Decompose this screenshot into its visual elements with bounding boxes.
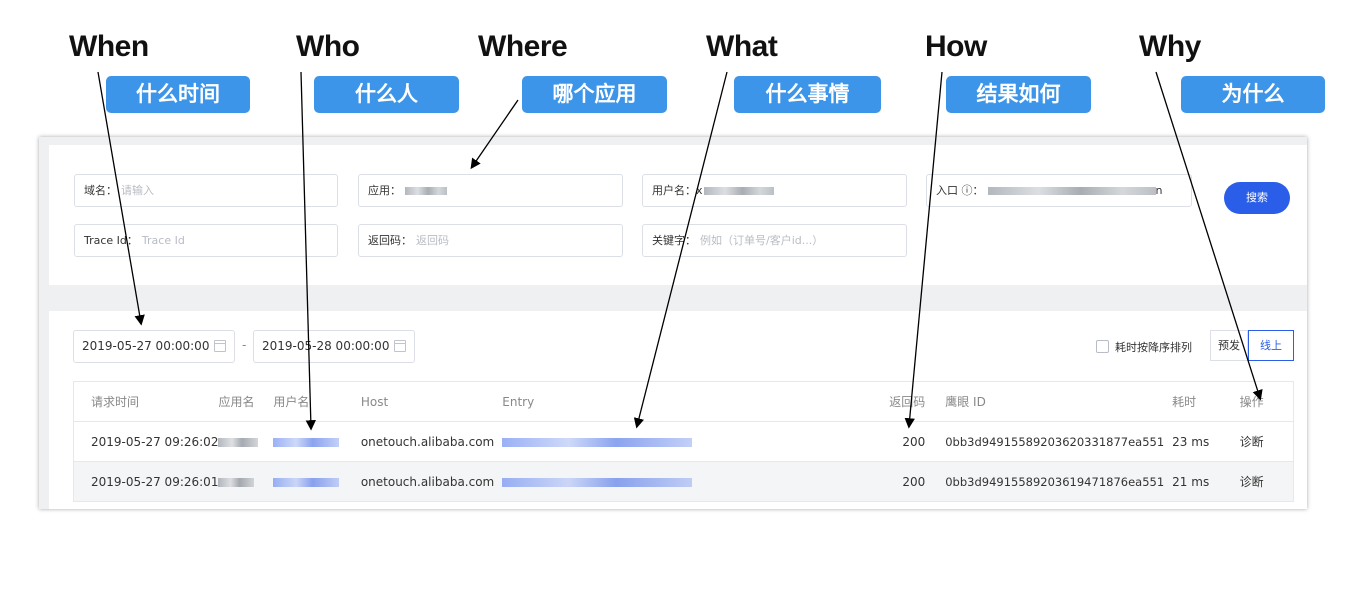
end-date-picker[interactable]: 2019-05-28 00:00:00	[253, 330, 415, 363]
return-code-cell: 200	[877, 461, 932, 502]
diagnose-link[interactable]: 诊断	[1231, 461, 1294, 502]
column-header: 操作	[1231, 381, 1294, 422]
date-separator: -	[242, 338, 247, 352]
when-tag: 什么时间	[106, 76, 250, 113]
username-label: 用户名：	[652, 184, 696, 197]
table-row: 2019-05-27 09:26:01 onetouch.alibaba.com…	[73, 461, 1294, 502]
app-label: 应用：	[368, 184, 401, 197]
username-value-prefix: x	[696, 184, 703, 197]
trace-id-placeholder: Trace Id	[141, 234, 185, 247]
start-date-value: 2019-05-27 00:00:00	[82, 339, 210, 353]
keyword-field[interactable]: 关键字： 例如（订单号/客户id...）	[642, 224, 907, 257]
diagnose-link[interactable]: 诊断	[1231, 421, 1294, 462]
column-header: Host	[360, 381, 503, 422]
table-header-row: 请求时间 应用名 用户名 Host Entry 返回码 鹰眼 ID 耗时 操作	[73, 381, 1294, 422]
when-heading: When	[69, 30, 149, 63]
return-code-cell: 200	[877, 421, 932, 462]
keyword-placeholder: 例如（订单号/客户id...）	[700, 234, 824, 247]
why-tag: 为什么	[1181, 76, 1325, 113]
app-field[interactable]: 应用：	[358, 174, 623, 207]
what-heading: What	[706, 30, 778, 63]
return-code-label: 返回码：	[368, 234, 412, 247]
column-header: 请求时间	[73, 381, 219, 422]
domain-label: 域名：	[84, 184, 117, 197]
end-date-value: 2019-05-28 00:00:00	[262, 339, 390, 353]
column-header: 用户名	[273, 381, 361, 422]
domain-placeholder: 请输入	[121, 184, 154, 197]
entry-value-suffix: n	[1155, 184, 1163, 197]
entry-label: 入口 ⓘ：	[936, 184, 984, 197]
env-pre-button[interactable]: 预发	[1210, 330, 1248, 361]
return-code-placeholder: 返回码	[416, 234, 449, 247]
column-header: 鹰眼 ID	[931, 381, 1165, 422]
what-tag: 什么事情	[734, 76, 881, 113]
calendar-icon	[394, 340, 406, 352]
who-heading: Who	[296, 30, 360, 63]
who-tag: 什么人	[314, 76, 459, 113]
cost-cell: 23 ms	[1164, 421, 1232, 462]
app-name-redacted	[218, 477, 255, 487]
app-name-redacted	[218, 437, 259, 447]
annotated-screenshot: When Who Where What How Why 什么时间 什么人 哪个应…	[0, 0, 1368, 598]
request-time: 2019-05-27 09:26:02	[73, 421, 219, 462]
trace-id-link[interactable]: 0bb3d94915589203620331877ea551	[931, 421, 1165, 462]
where-heading: Where	[478, 30, 568, 63]
username-field[interactable]: 用户名：x	[642, 174, 907, 207]
app-value-redacted	[405, 187, 447, 195]
entry-value-redacted	[987, 187, 1156, 195]
filter-panel: 域名： 请输入 应用： 用户名：x 入口 ⓘ： n 搜索 Trace Id： Trac…	[49, 145, 1307, 285]
request-time: 2019-05-27 09:26:01	[73, 461, 219, 502]
entry-redacted[interactable]	[502, 437, 693, 447]
trace-id-label: Trace Id：	[84, 234, 138, 247]
entry-redacted[interactable]	[502, 477, 693, 487]
env-online-button[interactable]: 线上	[1248, 330, 1294, 361]
cost-cell: 21 ms	[1164, 461, 1232, 502]
start-date-picker[interactable]: 2019-05-27 00:00:00	[73, 330, 235, 363]
entry-field[interactable]: 入口 ⓘ： n	[926, 174, 1192, 207]
keyword-label: 关键字：	[652, 234, 696, 247]
how-tag: 结果如何	[946, 76, 1091, 113]
user-name-redacted[interactable]	[273, 437, 340, 447]
trace-id-field[interactable]: Trace Id： Trace Id	[74, 224, 338, 257]
app-screenshot: 域名： 请输入 应用： 用户名：x 入口 ⓘ： n 搜索 Trace Id： Trac…	[39, 137, 1307, 509]
username-value-redacted	[703, 187, 774, 195]
host-cell: onetouch.alibaba.com	[360, 461, 503, 502]
sort-desc-label: 耗时按降序排列	[1115, 341, 1192, 354]
search-button[interactable]: 搜索	[1224, 182, 1290, 214]
return-code-field[interactable]: 返回码： 返回码	[358, 224, 623, 257]
column-header: 耗时	[1164, 381, 1232, 422]
results-table: 请求时间 应用名 用户名 Host Entry 返回码 鹰眼 ID 耗时 操作 …	[73, 381, 1294, 502]
trace-id-link[interactable]: 0bb3d94915589203619471876ea551	[931, 461, 1165, 502]
why-heading: Why	[1139, 30, 1201, 63]
table-row: 2019-05-27 09:26:02 onetouch.alibaba.com…	[73, 421, 1294, 462]
user-name-redacted[interactable]	[273, 477, 340, 487]
where-tag: 哪个应用	[522, 76, 667, 113]
column-header: 应用名	[218, 381, 274, 422]
column-header: Entry	[502, 381, 878, 422]
how-heading: How	[925, 30, 987, 63]
results-panel: 2019-05-27 00:00:00 - 2019-05-28 00:00:0…	[49, 311, 1307, 509]
column-header: 返回码	[877, 381, 932, 422]
host-cell: onetouch.alibaba.com	[360, 421, 503, 462]
sort-desc-checkbox[interactable]	[1096, 340, 1109, 353]
calendar-icon	[214, 340, 226, 352]
domain-field[interactable]: 域名： 请输入	[74, 174, 338, 207]
